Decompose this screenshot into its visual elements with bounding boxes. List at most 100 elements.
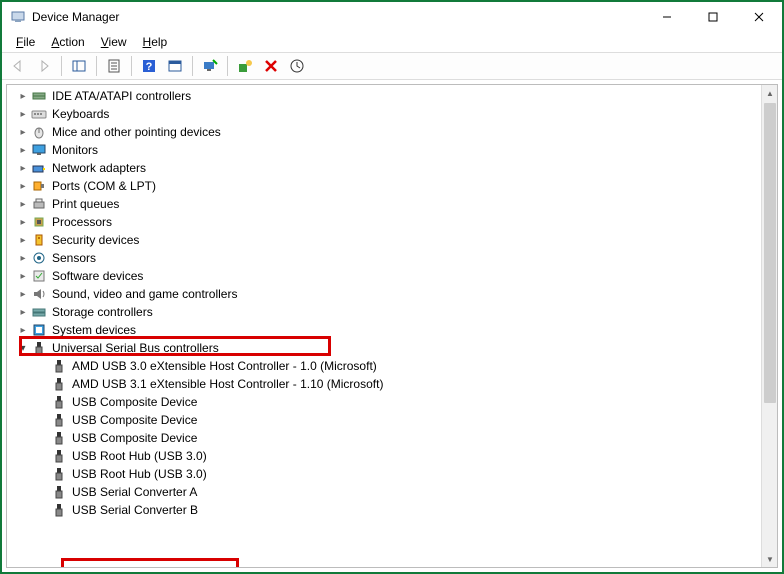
menu-file-rest: ile bbox=[23, 35, 35, 49]
no-expander bbox=[35, 376, 51, 392]
tree-node[interactable]: Print queues bbox=[7, 195, 761, 213]
help-button[interactable]: ? bbox=[137, 54, 161, 78]
tree-node[interactable]: Ports (COM & LPT) bbox=[7, 177, 761, 195]
tree-node[interactable]: Mice and other pointing devices bbox=[7, 123, 761, 141]
uninstall-device-button[interactable] bbox=[259, 54, 283, 78]
tree-node[interactable]: Software devices bbox=[7, 267, 761, 285]
menu-file[interactable]: File bbox=[10, 34, 43, 50]
menu-view[interactable]: View bbox=[95, 34, 135, 50]
minimize-button[interactable] bbox=[644, 2, 690, 32]
menu-view-rest: iew bbox=[109, 35, 127, 49]
port-icon bbox=[31, 178, 47, 194]
sensor-icon bbox=[31, 250, 47, 266]
toolbar: ? bbox=[2, 52, 782, 80]
tree-node[interactable]: USB Composite Device bbox=[7, 411, 761, 429]
usb-icon bbox=[51, 376, 67, 392]
expander-icon[interactable] bbox=[15, 268, 31, 284]
app-icon bbox=[10, 9, 26, 25]
scroll-up-arrow[interactable]: ▲ bbox=[762, 85, 778, 101]
expander-icon[interactable] bbox=[15, 250, 31, 266]
forward-button[interactable] bbox=[32, 54, 56, 78]
expander-icon[interactable] bbox=[15, 88, 31, 104]
menu-help[interactable]: Help bbox=[137, 34, 176, 50]
tree-node[interactable]: Universal Serial Bus controllers bbox=[7, 339, 761, 357]
tree-node[interactable]: Keyboards bbox=[7, 105, 761, 123]
device-manager-window: Device Manager File Action View Help ? bbox=[0, 0, 784, 574]
scroll-thumb[interactable] bbox=[764, 103, 776, 403]
scan-hardware-button[interactable] bbox=[198, 54, 222, 78]
tree-node[interactable]: IDE ATA/ATAPI controllers bbox=[7, 87, 761, 105]
menu-action[interactable]: Action bbox=[45, 34, 92, 50]
tree-node[interactable]: AMD USB 3.1 eXtensible Host Controller -… bbox=[7, 375, 761, 393]
tree-node-label: Network adapters bbox=[51, 161, 146, 175]
usb-icon bbox=[51, 448, 67, 464]
usb-icon bbox=[51, 394, 67, 410]
update-driver-button[interactable] bbox=[285, 54, 309, 78]
menu-help-rest: elp bbox=[151, 35, 167, 49]
tree-node-label: Storage controllers bbox=[51, 305, 153, 319]
back-button[interactable] bbox=[6, 54, 30, 78]
tree-node[interactable]: USB Composite Device bbox=[7, 429, 761, 447]
tree-node[interactable]: USB Root Hub (USB 3.0) bbox=[7, 447, 761, 465]
tree-node[interactable]: USB Serial Converter B bbox=[7, 501, 761, 519]
system-icon bbox=[31, 322, 47, 338]
usb-icon bbox=[51, 430, 67, 446]
expander-icon[interactable] bbox=[15, 340, 31, 356]
expander-icon[interactable] bbox=[15, 106, 31, 122]
expander-icon[interactable] bbox=[15, 304, 31, 320]
usb-icon bbox=[51, 502, 67, 518]
tree-node[interactable]: Sensors bbox=[7, 249, 761, 267]
tree-node[interactable]: Monitors bbox=[7, 141, 761, 159]
expander-icon[interactable] bbox=[15, 124, 31, 140]
expander-icon[interactable] bbox=[15, 178, 31, 194]
tree-node-label: AMD USB 3.0 eXtensible Host Controller -… bbox=[71, 359, 377, 373]
device-tree[interactable]: IDE ATA/ATAPI controllers KeyboardsMice a… bbox=[7, 85, 761, 567]
tree-node-label: USB Composite Device bbox=[71, 431, 197, 445]
tree-node[interactable]: Sound, video and game controllers bbox=[7, 285, 761, 303]
expander-icon[interactable] bbox=[15, 322, 31, 338]
tree-node[interactable]: USB Root Hub (USB 3.0) bbox=[7, 465, 761, 483]
no-expander bbox=[35, 412, 51, 428]
no-expander bbox=[35, 430, 51, 446]
tree-node-label: USB Composite Device bbox=[71, 413, 197, 427]
expander-icon[interactable] bbox=[15, 286, 31, 302]
expander-icon[interactable] bbox=[15, 142, 31, 158]
tree-node[interactable]: System devices bbox=[7, 321, 761, 339]
tree-node-label: AMD USB 3.1 eXtensible Host Controller -… bbox=[71, 377, 383, 391]
expander-icon[interactable] bbox=[15, 160, 31, 176]
tree-node[interactable]: USB Composite Device bbox=[7, 393, 761, 411]
monitor-icon bbox=[31, 142, 47, 158]
no-expander bbox=[35, 448, 51, 464]
ide-icon bbox=[31, 88, 47, 104]
show-hide-console-tree-button[interactable] bbox=[67, 54, 91, 78]
maximize-button[interactable] bbox=[690, 2, 736, 32]
sound-icon bbox=[31, 286, 47, 302]
tree-node-label: USB Serial Converter B bbox=[71, 503, 198, 517]
usb-icon bbox=[51, 412, 67, 428]
expander-icon[interactable] bbox=[15, 214, 31, 230]
tree-node[interactable]: Security devices bbox=[7, 231, 761, 249]
tree-node-label: Software devices bbox=[51, 269, 143, 283]
vertical-scrollbar[interactable]: ▲ ▼ bbox=[761, 85, 777, 567]
no-expander bbox=[35, 466, 51, 482]
expander-icon[interactable] bbox=[15, 196, 31, 212]
tree-node-label: IDE ATA/ATAPI controllers bbox=[51, 89, 191, 103]
action-center-button[interactable] bbox=[163, 54, 187, 78]
net-icon bbox=[31, 160, 47, 176]
tree-node[interactable]: Storage controllers bbox=[7, 303, 761, 321]
titlebar[interactable]: Device Manager bbox=[2, 2, 782, 32]
tree-node[interactable]: AMD USB 3.0 eXtensible Host Controller -… bbox=[7, 357, 761, 375]
tree-node[interactable]: Processors bbox=[7, 213, 761, 231]
tree-node[interactable]: USB Serial Converter A bbox=[7, 483, 761, 501]
window-title: Device Manager bbox=[32, 10, 119, 24]
usb-icon bbox=[51, 358, 67, 374]
scroll-down-arrow[interactable]: ▼ bbox=[762, 551, 778, 567]
device-tree-panel: IDE ATA/ATAPI controllers KeyboardsMice a… bbox=[6, 84, 778, 568]
storage-icon bbox=[31, 304, 47, 320]
tree-node[interactable]: Network adapters bbox=[7, 159, 761, 177]
tree-node-label: Processors bbox=[51, 215, 112, 229]
add-legacy-hardware-button[interactable] bbox=[233, 54, 257, 78]
properties-button[interactable] bbox=[102, 54, 126, 78]
close-button[interactable] bbox=[736, 2, 782, 32]
expander-icon[interactable] bbox=[15, 232, 31, 248]
